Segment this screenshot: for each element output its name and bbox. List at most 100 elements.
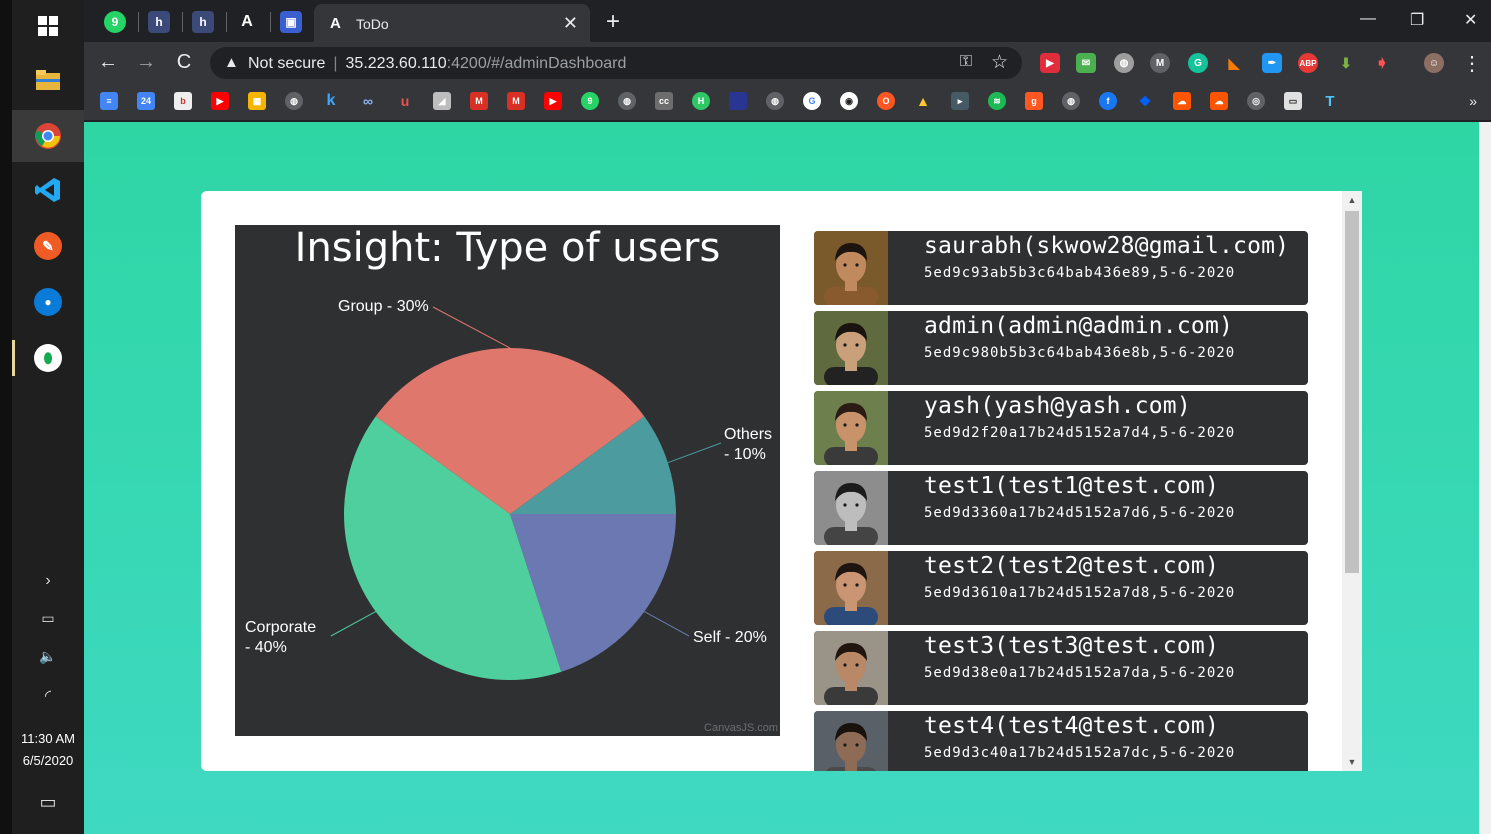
address-bar[interactable]: ▲ Not secure | 35.223.60.110:4200/#/adminD… <box>210 47 1022 79</box>
bookmark-cc-icon[interactable]: cc <box>655 92 673 110</box>
bookmark-calendar-icon[interactable]: 24 <box>137 92 155 110</box>
minimize-icon[interactable]: — <box>1360 10 1376 28</box>
chart-credit[interactable]: CanvasJS.com <box>704 722 778 734</box>
extension-download-icon[interactable]: ⬇ <box>1336 53 1356 73</box>
mongodb-taskbar-button[interactable]: ⬮ <box>12 332 84 384</box>
user-list-item[interactable]: saurabh(skwow28@gmail.com) 5ed9c93ab5b3c6… <box>814 231 1308 305</box>
bookmark-google-icon[interactable]: G <box>803 92 821 110</box>
back-icon[interactable]: ← <box>96 51 120 74</box>
bookmark-k-icon[interactable]: k <box>322 92 340 110</box>
bookmark-blank-icon[interactable] <box>729 92 747 110</box>
bookmark-pdf-icon[interactable]: ◢ <box>433 92 451 110</box>
wifi-icon[interactable]: ◜ <box>12 686 84 706</box>
extension-grammarly-icon[interactable]: G <box>1188 53 1208 73</box>
bookmark-dropbox-icon[interactable]: ❖ <box>1136 92 1154 110</box>
bookmark-firebase-icon[interactable]: ▲ <box>914 92 932 110</box>
close-window-icon[interactable]: ✕ <box>1464 10 1477 30</box>
bookmark-youtube2-icon[interactable]: ▶ <box>544 92 562 110</box>
admin-dashboard-page: Others - 10% Self - 20% Corporate - 40% Group… <box>84 122 1479 834</box>
scroll-up-icon[interactable]: ▲ <box>1342 195 1362 205</box>
bookmark-globe2-icon[interactable]: ◍ <box>618 92 636 110</box>
bookmark-monitor-icon[interactable]: ▭ <box>1284 92 1302 110</box>
bookmark-backpack-icon[interactable]: b <box>174 92 192 110</box>
extension-pen-icon[interactable]: ✒ <box>1262 53 1282 73</box>
bookmark-globe3-icon[interactable]: ◍ <box>766 92 784 110</box>
pinned-tab-h-icon[interactable]: h <box>148 11 170 33</box>
bookmark-globe4-icon[interactable]: ◍ <box>1062 92 1080 110</box>
bookmark-t-icon[interactable]: T <box>1321 92 1339 110</box>
bookmark-github-icon[interactable]: ◉ <box>840 92 858 110</box>
bookmark-gmail-icon[interactable]: M <box>470 92 488 110</box>
user-list-item[interactable]: test1(test1@test.com) 5ed9d3360a17b24d515… <box>814 471 1308 545</box>
bookmark-g-icon[interactable]: g <box>1025 92 1043 110</box>
extension-m-icon[interactable]: M <box>1150 53 1170 73</box>
bookmark-star-icon[interactable]: ☆ <box>991 51 1008 74</box>
reload-icon[interactable]: C <box>172 51 196 74</box>
extension-adblock-icon[interactable]: ABP <box>1298 53 1318 73</box>
file-explorer-button[interactable] <box>12 54 84 106</box>
restore-icon[interactable]: ❐ <box>1410 10 1424 30</box>
user-list-item[interactable]: test3(test3@test.com) 5ed9d38e0a17b24d515… <box>814 631 1308 705</box>
user-list-item[interactable]: test2(test2@test.com) 5ed9d3610a17b24d515… <box>814 551 1308 625</box>
bookmark-o-icon[interactable]: O <box>877 92 895 110</box>
bookmark-soundcloud-icon[interactable]: ☁ <box>1173 92 1191 110</box>
user-list-item[interactable]: yash(yash@yash.com) 5ed9d2f20a17b24d5152a… <box>814 391 1308 465</box>
bookmark-udemy-icon[interactable]: u <box>396 92 414 110</box>
bookmark-aperture-icon[interactable]: ◎ <box>1247 92 1265 110</box>
clock[interactable]: 11:30 AM 6/5/2020 <box>12 728 84 772</box>
profile-avatar-icon[interactable]: ☺ <box>1424 53 1444 73</box>
avatar <box>814 631 888 705</box>
pinned-tab-angular-icon[interactable]: A <box>236 11 258 33</box>
bookmark-whatsapp-icon[interactable]: 9 <box>581 92 599 110</box>
notifications-icon[interactable]: ▭ <box>12 792 84 813</box>
user-list[interactable]: saurabh(skwow28@gmail.com) 5ed9c93ab5b3c6… <box>814 231 1308 771</box>
bookmark-spotify-icon[interactable]: ≋ <box>988 92 1006 110</box>
chrome-icon <box>35 123 61 149</box>
bookmark-classroom-icon[interactable]: ▦ <box>248 92 266 110</box>
forward-icon[interactable]: → <box>134 51 158 74</box>
extension-1-icon[interactable]: ▶ <box>1040 53 1060 73</box>
bookmark-hackerrank-icon[interactable]: H <box>692 92 710 110</box>
vscode-taskbar-button[interactable] <box>12 164 84 216</box>
volume-icon[interactable]: 🔈 <box>12 648 84 665</box>
user-id-date: 5ed9c980b5b3c64bab436e8b,5-6-2020 <box>924 345 1236 361</box>
tab-close-icon[interactable]: ✕ <box>563 13 578 34</box>
bookmark-globe-icon[interactable]: ◍ <box>285 92 303 110</box>
browser-window: 9 h h A ▣ A ToDo ✕ + — ❐ ✕ ← → C ▲ Not s… <box>84 0 1491 122</box>
windows-icon <box>38 16 58 36</box>
user-list-item[interactable]: admin(admin@admin.com) 5ed9c980b5b3c64bab… <box>814 311 1308 385</box>
pinned-tab-h2-icon[interactable]: h <box>192 11 214 33</box>
tray-expand-icon[interactable]: › <box>12 572 84 590</box>
extension-globe-icon[interactable]: ◍ <box>1114 53 1134 73</box>
bookmark-docs-icon[interactable]: ≡ <box>100 92 118 110</box>
tab-todo[interactable]: A ToDo ✕ <box>314 4 590 44</box>
pinned-tab-whatsapp-icon[interactable]: 9 <box>104 11 126 33</box>
user-list-item[interactable]: test4(test4@test.com) 5ed9d3c40a17b24d515… <box>814 711 1308 771</box>
scroll-down-icon[interactable]: ▼ <box>1342 757 1362 767</box>
key-icon[interactable]: ⚿ <box>960 53 972 71</box>
extension-cast-icon[interactable]: ➧ <box>1372 53 1392 73</box>
page-scrollbar[interactable] <box>1479 122 1491 834</box>
bookmark-gmail2-icon[interactable]: M <box>507 92 525 110</box>
bookmark-soundcloud2-icon[interactable]: ☁ <box>1210 92 1228 110</box>
battery-icon[interactable]: ▭ <box>12 610 84 627</box>
bookmark-youtube-icon[interactable]: ▶ <box>211 92 229 110</box>
warning-icon[interactable]: ▲ <box>224 54 239 71</box>
chrome-taskbar-button[interactable] <box>12 110 84 162</box>
bookmark-facebook-icon[interactable]: f <box>1099 92 1117 110</box>
new-tab-button[interactable]: + <box>606 8 620 36</box>
bookmark-infinity-icon[interactable]: ∞ <box>359 92 377 110</box>
scrollbar-thumb[interactable] <box>1345 211 1359 573</box>
user-name: test3(test3@test.com) <box>924 633 1219 659</box>
label-line-self <box>644 611 690 637</box>
maps-taskbar-button[interactable]: ● <box>12 276 84 328</box>
extension-2-icon[interactable]: ✉ <box>1076 53 1096 73</box>
pinned-tab-chip-icon[interactable]: ▣ <box>280 11 302 33</box>
extension-arrow-icon[interactable]: ◣ <box>1224 53 1244 73</box>
postman-taskbar-button[interactable]: ✎ <box>12 220 84 272</box>
user-list-scrollbar[interactable]: ▲ ▼ <box>1342 191 1362 771</box>
windows-start-button[interactable] <box>12 0 84 52</box>
bookmark-pointer-icon[interactable]: ▸ <box>951 92 969 110</box>
bookmarks-more-icon[interactable]: » <box>1469 93 1477 109</box>
browser-menu-icon[interactable]: ⋮ <box>1460 51 1484 76</box>
